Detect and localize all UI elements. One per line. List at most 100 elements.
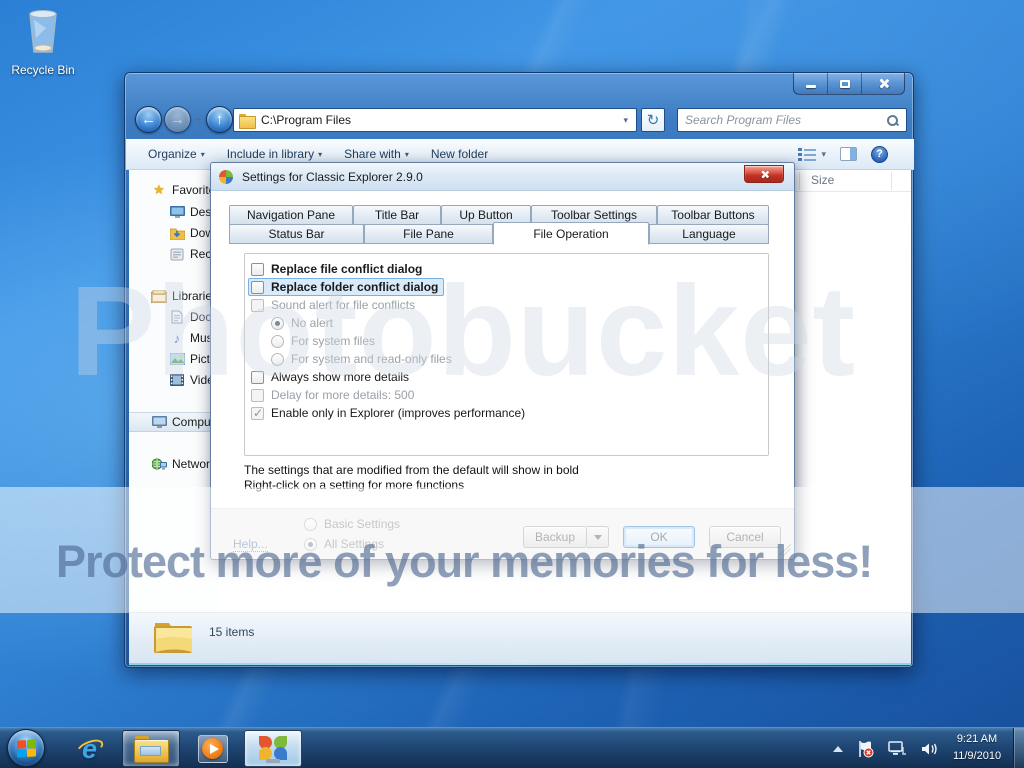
checkbox-checked[interactable]: [251, 407, 264, 420]
organize-menu[interactable]: Organize ▾: [148, 147, 205, 161]
dialog-close-button[interactable]: [744, 165, 784, 183]
all-settings-radio[interactable]: All Settings: [304, 537, 384, 551]
setting-label: For system and read-only files: [291, 352, 452, 366]
network-tray-icon[interactable]: [887, 741, 907, 757]
address-bar[interactable]: C:\Program Files ▾: [233, 108, 637, 132]
views-button[interactable]: ▾: [798, 147, 826, 161]
new-folder-button[interactable]: New folder: [431, 147, 488, 161]
tab-status-bar[interactable]: Status Bar: [229, 224, 364, 244]
forward-button[interactable]: →: [164, 106, 191, 133]
resize-grip[interactable]: [779, 544, 791, 556]
checkbox-unchecked[interactable]: [251, 263, 264, 276]
setting-replace-folder-conflict[interactable]: Replace folder conflict dialog: [251, 278, 444, 296]
downloads-icon: [169, 225, 185, 241]
setting-enable-only-explorer[interactable]: Enable only in Explorer (improves perfor…: [251, 404, 525, 422]
show-hidden-icons-chevron[interactable]: [833, 746, 843, 752]
radio-unselected[interactable]: [304, 518, 317, 531]
setting-for-system-readonly[interactable]: For system and read-only files: [271, 350, 452, 368]
address-dropdown-chevron[interactable]: ▾: [623, 115, 628, 126]
recycle-bin[interactable]: Recycle Bin: [8, 8, 78, 77]
taskbar-classic-shell[interactable]: [244, 730, 302, 767]
tab-language[interactable]: Language: [649, 224, 769, 244]
maximize-button[interactable]: [828, 73, 862, 94]
chevron-down-icon: ▾: [201, 150, 205, 159]
tab-file-pane[interactable]: File Pane: [364, 224, 493, 244]
column-separator[interactable]: [799, 172, 800, 190]
maximize-icon: [840, 80, 850, 88]
setting-always-show-details[interactable]: Always show more details: [251, 368, 409, 386]
tab-label: Toolbar Settings: [551, 208, 637, 222]
setting-label: Sound alert for file conflicts: [271, 298, 415, 312]
setting-delay-details[interactable]: Delay for more details: 500: [251, 386, 414, 404]
search-box: [677, 108, 907, 132]
volume-tray-icon[interactable]: [920, 741, 940, 757]
ok-button[interactable]: OK: [623, 526, 695, 548]
help-link[interactable]: Help...: [233, 537, 268, 552]
cancel-button[interactable]: Cancel: [709, 526, 781, 548]
focused-setting[interactable]: Replace folder conflict dialog: [248, 278, 444, 296]
sidebar-item-pictures[interactable]: Pictures: [129, 349, 219, 369]
radio-selected[interactable]: [304, 538, 317, 551]
help-button[interactable]: ?: [871, 146, 888, 163]
taskbar-windows-explorer[interactable]: [122, 730, 180, 767]
sidebar-item-network[interactable]: Network: [129, 454, 219, 474]
views-icon: [798, 147, 816, 161]
desktop-icon: [169, 204, 185, 220]
checkbox-unchecked[interactable]: [251, 371, 264, 384]
sidebar-item-music[interactable]: ♪ Music: [129, 328, 219, 348]
chevron-down-icon: ▾: [821, 149, 826, 160]
sidebar-item-computer[interactable]: Computer: [129, 412, 219, 432]
taskbar-clock[interactable]: 9:21 AM 11/9/2010: [944, 731, 1010, 765]
taskbar-internet-explorer[interactable]: e: [68, 730, 112, 767]
window-caption-buttons: [793, 73, 905, 95]
close-icon: [760, 170, 769, 179]
sidebar-item-videos[interactable]: Videos: [129, 370, 219, 390]
setting-for-system-files[interactable]: For system files: [271, 332, 375, 350]
setting-sound-alert[interactable]: Sound alert for file conflicts: [251, 296, 415, 314]
search-icon[interactable]: [887, 115, 898, 126]
sidebar-item-recent-places[interactable]: Recent Places: [129, 244, 219, 264]
tab-file-operation[interactable]: File Operation: [493, 222, 649, 245]
minimize-button[interactable]: [794, 73, 828, 94]
include-in-library-menu[interactable]: Include in library ▾: [227, 147, 322, 161]
window-bottom-glow: [129, 663, 911, 665]
classic-shell-icon: [258, 735, 288, 763]
sidebar-item-downloads[interactable]: Downloads: [129, 223, 219, 243]
back-button[interactable]: ←: [135, 106, 162, 133]
close-button[interactable]: [862, 73, 904, 94]
tab-navigation-pane[interactable]: Navigation Pane: [229, 205, 353, 225]
show-desktop-button[interactable]: [1013, 728, 1024, 768]
search-input[interactable]: [685, 113, 887, 127]
share-with-menu[interactable]: Share with ▾: [344, 147, 409, 161]
up-button[interactable]: ↑: [206, 106, 233, 133]
tab-toolbar-buttons[interactable]: Toolbar Buttons: [657, 205, 769, 225]
setting-label: For system files: [291, 334, 375, 348]
preview-pane-button[interactable]: [840, 147, 857, 161]
sidebar-item-documents[interactable]: Documents: [129, 307, 219, 327]
settings-list: Replace file conflict dialog Replace fol…: [244, 253, 769, 456]
refresh-icon: ↻: [647, 111, 660, 129]
dialog-footer: Help... Basic Settings All Settings Back…: [211, 508, 794, 559]
basic-settings-radio[interactable]: Basic Settings: [304, 517, 400, 531]
column-separator[interactable]: [891, 172, 892, 190]
taskbar-media-player[interactable]: [190, 730, 236, 767]
setting-no-alert[interactable]: No alert: [271, 314, 333, 332]
column-size[interactable]: Size: [811, 173, 834, 187]
dialog-titlebar[interactable]: Settings for Classic Explorer 2.9.0: [211, 163, 794, 191]
backup-button[interactable]: Backup: [523, 526, 587, 548]
setting-replace-file-conflict[interactable]: Replace file conflict dialog: [251, 260, 422, 278]
computer-icon: [151, 414, 167, 430]
backup-dropdown-button[interactable]: [587, 526, 609, 548]
music-icon: ♪: [169, 330, 185, 346]
sidebar-item-desktop[interactable]: Desktop: [129, 202, 219, 222]
tab-title-bar[interactable]: Title Bar: [353, 205, 441, 225]
tab-label: Toolbar Buttons: [671, 208, 754, 222]
history-dropdown-chevron[interactable]: ▾: [196, 115, 201, 126]
start-button[interactable]: [7, 729, 45, 767]
refresh-button[interactable]: ↻: [641, 108, 665, 132]
checkbox-unchecked[interactable]: [251, 281, 264, 294]
sidebar-item-libraries[interactable]: Libraries: [129, 286, 219, 306]
action-center-icon[interactable]: [856, 740, 874, 758]
sidebar-item-favorites[interactable]: ★ Favorites: [129, 180, 219, 200]
setting-label: Always show more details: [271, 370, 409, 384]
